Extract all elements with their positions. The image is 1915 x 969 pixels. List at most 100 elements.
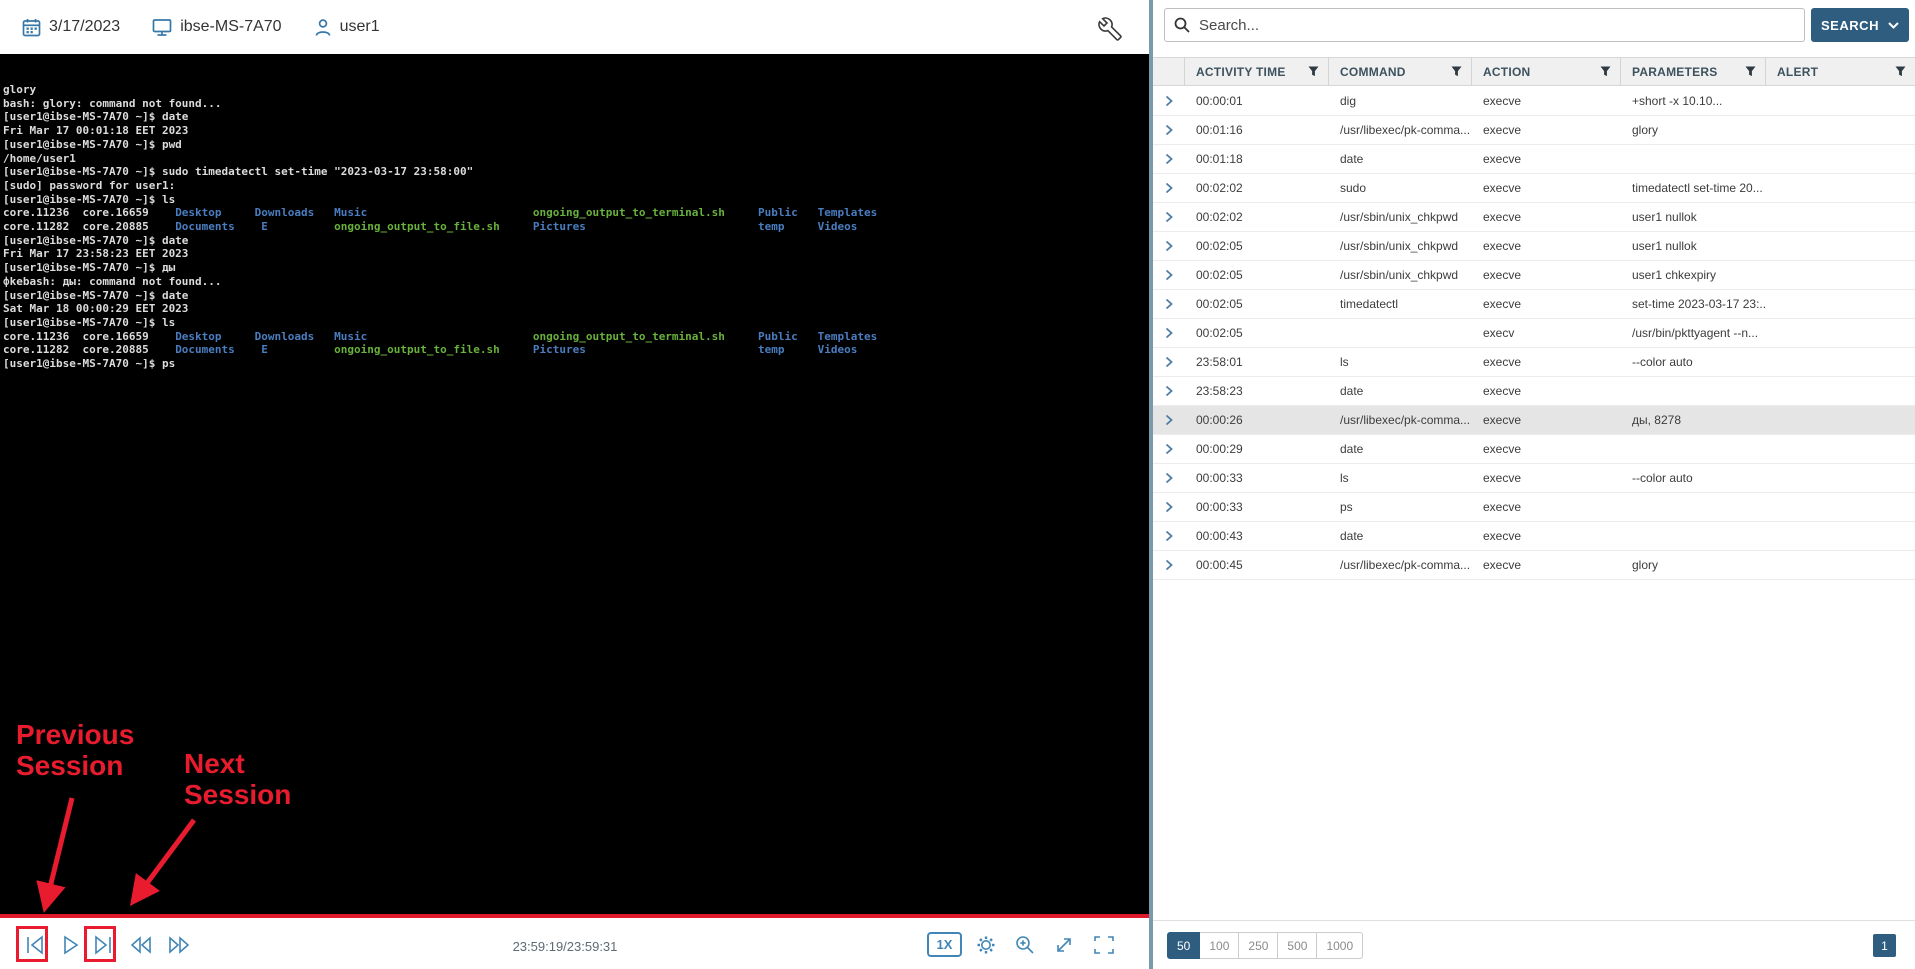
row-expander[interactable]	[1153, 348, 1185, 376]
table-row[interactable]: 00:02:05execv/usr/bin/pkttyagent --n...	[1153, 319, 1915, 348]
cell-action: execve	[1472, 493, 1621, 521]
row-expander[interactable]	[1153, 261, 1185, 289]
cell-activity-time: 00:02:05	[1185, 232, 1329, 260]
table-row[interactable]: 00:00:26/usr/libexec/pk-comma...execveды…	[1153, 406, 1915, 435]
cell-command: /usr/sbin/unix_chkpwd	[1329, 203, 1472, 231]
terminal-line: [user1@ibse-MS-7A70 ~]$ ды	[3, 261, 1149, 275]
terminal-line: фkebash: ды: command not found...	[3, 275, 1149, 289]
fit-to-screen-button[interactable]	[1052, 934, 1076, 956]
terminal-line: Fri Mar 17 00:01:18 EET 2023	[3, 124, 1149, 138]
search-button[interactable]: SEARCH	[1811, 8, 1909, 42]
row-expander[interactable]	[1153, 87, 1185, 115]
column-header-alert[interactable]: ALERT	[1766, 58, 1915, 85]
cell-command: timedatectl	[1329, 290, 1472, 318]
filter-funnel-icon[interactable]	[1745, 66, 1756, 77]
filter-funnel-icon[interactable]	[1895, 66, 1906, 77]
cell-parameters: /usr/bin/pkttyagent --n...	[1621, 319, 1766, 347]
terminal-line: core.11236 core.16659 Desktop Downloads …	[3, 206, 1149, 220]
row-expander[interactable]	[1153, 406, 1185, 434]
chevron-right-icon	[1165, 153, 1173, 165]
table-row[interactable]: 00:00:29dateexecve	[1153, 435, 1915, 464]
search-input[interactable]	[1164, 8, 1805, 42]
cell-activity-time: 00:00:26	[1185, 406, 1329, 434]
cell-action: execve	[1472, 348, 1621, 376]
page-size-50[interactable]: 50	[1167, 932, 1200, 959]
cell-command: /usr/sbin/unix_chkpwd	[1329, 261, 1472, 289]
table-row[interactable]: 00:02:05timedatectlexecveset-time 2023-0…	[1153, 290, 1915, 319]
cell-command: /usr/libexec/pk-comma...	[1329, 406, 1472, 434]
terminal-line: [user1@ibse-MS-7A70 ~]$ date	[3, 289, 1149, 303]
column-header-command[interactable]: COMMAND	[1329, 58, 1472, 85]
page-size-500[interactable]: 500	[1278, 932, 1317, 959]
session-date: 3/17/2023	[22, 18, 120, 37]
row-expander[interactable]	[1153, 435, 1185, 463]
table-row[interactable]: 00:00:43dateexecve	[1153, 522, 1915, 551]
fast-forward-button[interactable]	[166, 934, 190, 956]
session-user-value: user1	[340, 18, 380, 36]
cell-action: execve	[1472, 551, 1621, 579]
cell-command: ls	[1329, 464, 1472, 492]
terminal-line: [user1@ibse-MS-7A70 ~]$ sudo timedatectl…	[3, 165, 1149, 179]
page-size-1000[interactable]: 1000	[1317, 932, 1363, 959]
table-row[interactable]: 23:58:01lsexecve--color auto	[1153, 348, 1915, 377]
filter-funnel-icon[interactable]	[1451, 66, 1462, 77]
calendar-icon	[22, 18, 41, 37]
table-row[interactable]: 00:01:16/usr/libexec/pk-comma...execvegl…	[1153, 116, 1915, 145]
terminal-line: glory	[3, 83, 1149, 97]
playback-speed-button[interactable]: 1X	[927, 932, 962, 957]
settings-wrench-button[interactable]	[1098, 17, 1122, 41]
table-row[interactable]: 00:02:02/usr/sbin/unix_chkpwdexecveuser1…	[1153, 203, 1915, 232]
column-header-parameters[interactable]: PARAMETERS	[1621, 58, 1766, 85]
row-expander[interactable]	[1153, 145, 1185, 173]
terminal-line: core.11282 core.20885 Documents E ongoin…	[3, 343, 1149, 357]
cell-alert	[1766, 377, 1915, 405]
cell-parameters	[1621, 435, 1766, 463]
row-expander[interactable]	[1153, 377, 1185, 405]
play-button[interactable]	[59, 934, 83, 956]
row-expander[interactable]	[1153, 522, 1185, 550]
filter-funnel-icon[interactable]	[1308, 66, 1319, 77]
table-body: 00:00:01digexecve+short -x 10.10...00:01…	[1153, 87, 1915, 580]
row-expander[interactable]	[1153, 203, 1185, 231]
page-size-100[interactable]: 100	[1200, 932, 1239, 959]
table-row[interactable]: 00:02:05/usr/sbin/unix_chkpwdexecveuser1…	[1153, 232, 1915, 261]
zoom-in-button[interactable]	[1013, 934, 1037, 956]
table-row[interactable]: 00:00:33lsexecve--color auto	[1153, 464, 1915, 493]
table-footer: 501002505001000 1	[1153, 920, 1915, 969]
rewind-button[interactable]	[128, 934, 152, 956]
row-expander[interactable]	[1153, 551, 1185, 579]
row-expander[interactable]	[1153, 493, 1185, 521]
page-number-badge[interactable]: 1	[1873, 934, 1896, 957]
page-size-250[interactable]: 250	[1239, 932, 1278, 959]
cell-alert	[1766, 522, 1915, 550]
cell-action: execve	[1472, 145, 1621, 173]
chevron-right-icon	[1165, 327, 1173, 339]
table-row[interactable]: 00:00:45/usr/libexec/pk-comma...execvegl…	[1153, 551, 1915, 580]
row-expander[interactable]	[1153, 290, 1185, 318]
fullscreen-button[interactable]	[1091, 934, 1115, 956]
row-expander[interactable]	[1153, 464, 1185, 492]
table-row[interactable]: 00:00:33psexecve	[1153, 493, 1915, 522]
column-header-activity-time[interactable]: ACTIVITY TIME	[1185, 58, 1329, 85]
table-row[interactable]: 23:58:23dateexecve	[1153, 377, 1915, 406]
filter-funnel-icon[interactable]	[1600, 66, 1611, 77]
chevron-right-icon	[1165, 559, 1173, 571]
table-row[interactable]: 00:02:05/usr/sbin/unix_chkpwdexecveuser1…	[1153, 261, 1915, 290]
table-row[interactable]: 00:01:18dateexecve	[1153, 145, 1915, 174]
terminal-line: [user1@ibse-MS-7A70 ~]$ ls	[3, 316, 1149, 330]
table-row[interactable]: 00:00:01digexecve+short -x 10.10...	[1153, 87, 1915, 116]
row-expander[interactable]	[1153, 174, 1185, 202]
fast-forward-icon	[166, 934, 192, 956]
cell-parameters: --color auto	[1621, 464, 1766, 492]
column-header-action[interactable]: ACTION	[1472, 58, 1621, 85]
cell-alert	[1766, 232, 1915, 260]
cell-alert	[1766, 261, 1915, 289]
cell-activity-time: 00:02:05	[1185, 261, 1329, 289]
cell-activity-time: 00:01:18	[1185, 145, 1329, 173]
playback-settings-button[interactable]	[974, 934, 998, 956]
row-expander[interactable]	[1153, 232, 1185, 260]
table-row[interactable]: 00:02:02sudoexecvetimedatectl set-time 2…	[1153, 174, 1915, 203]
cell-action: execve	[1472, 377, 1621, 405]
row-expander[interactable]	[1153, 116, 1185, 144]
row-expander[interactable]	[1153, 319, 1185, 347]
